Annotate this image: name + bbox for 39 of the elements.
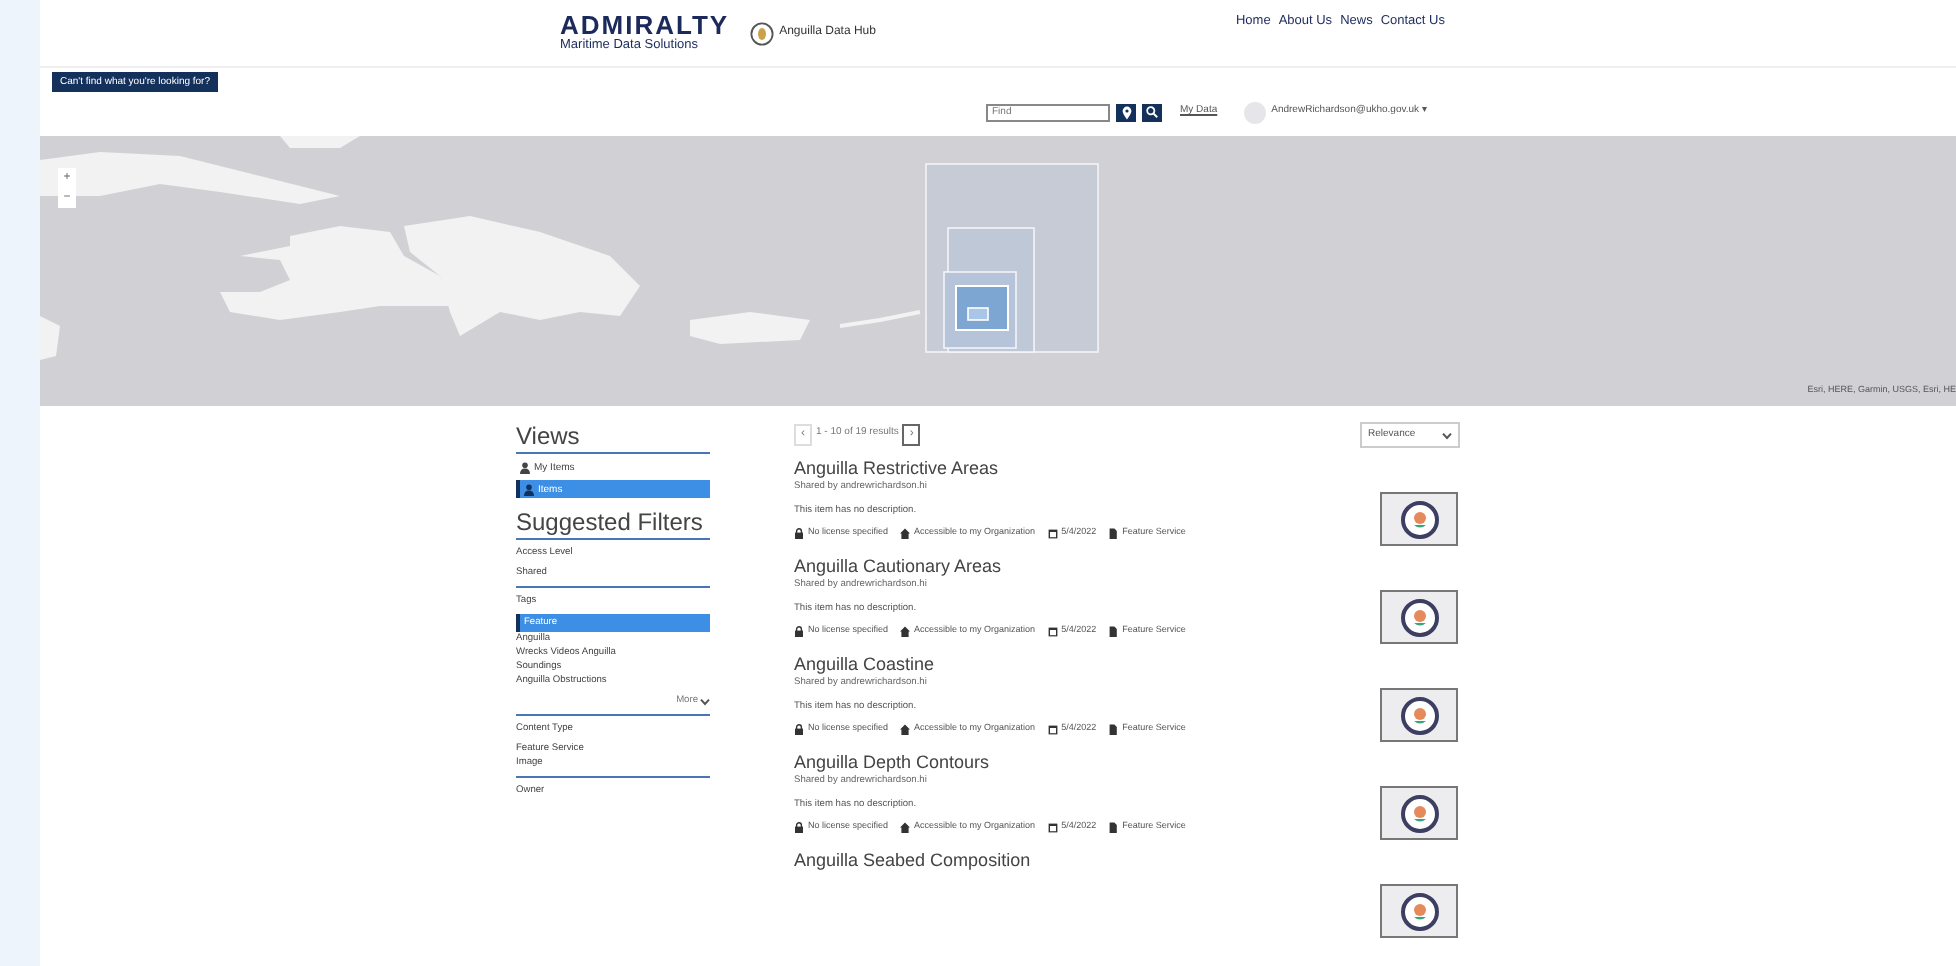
result-title[interactable]: Anguilla Cautionary Areas xyxy=(794,558,1244,578)
logo-title: ADMIRALTY xyxy=(560,12,730,39)
crest-icon xyxy=(1399,891,1439,931)
lock-icon xyxy=(794,821,804,834)
house-icon xyxy=(900,723,911,736)
user-icon xyxy=(520,461,530,473)
search-icon xyxy=(1146,106,1158,118)
suggested-filters-heading: Suggested Filters xyxy=(516,508,710,540)
calendar-icon xyxy=(1047,723,1058,736)
calendar-icon xyxy=(1047,625,1058,638)
chevron-down-icon xyxy=(1442,431,1452,439)
location-button[interactable] xyxy=(1116,103,1136,121)
avatar-circle xyxy=(1243,101,1266,123)
lock-icon xyxy=(794,723,804,736)
views-heading: Views xyxy=(516,422,710,454)
house-icon xyxy=(900,821,911,834)
result-title[interactable]: Anguilla Restrictive Areas xyxy=(794,460,1244,480)
lock-icon xyxy=(794,625,804,638)
crest-icon xyxy=(1399,695,1439,735)
lock-icon xyxy=(794,527,804,540)
user-icon xyxy=(524,483,534,495)
chevron-down-icon xyxy=(700,697,710,705)
crest-icon xyxy=(749,21,774,45)
document-icon xyxy=(1108,625,1119,638)
calendar-icon xyxy=(1047,821,1058,834)
result-title[interactable]: Anguilla Depth Contours xyxy=(794,754,1244,774)
crest-icon xyxy=(1399,499,1439,539)
document-icon xyxy=(1108,723,1119,736)
search-button[interactable] xyxy=(1142,103,1162,121)
location-pin-icon xyxy=(1121,105,1131,119)
document-icon xyxy=(1108,527,1119,540)
result-title[interactable]: Anguilla Coastine xyxy=(794,656,1244,676)
result-title[interactable]: Anguilla Seabed Composition xyxy=(794,852,1244,872)
document-icon xyxy=(1108,821,1119,834)
calendar-icon xyxy=(1047,527,1058,540)
crest-icon xyxy=(1399,793,1439,833)
house-icon xyxy=(900,625,911,638)
crest-icon xyxy=(1399,597,1439,637)
house-icon xyxy=(900,527,911,540)
